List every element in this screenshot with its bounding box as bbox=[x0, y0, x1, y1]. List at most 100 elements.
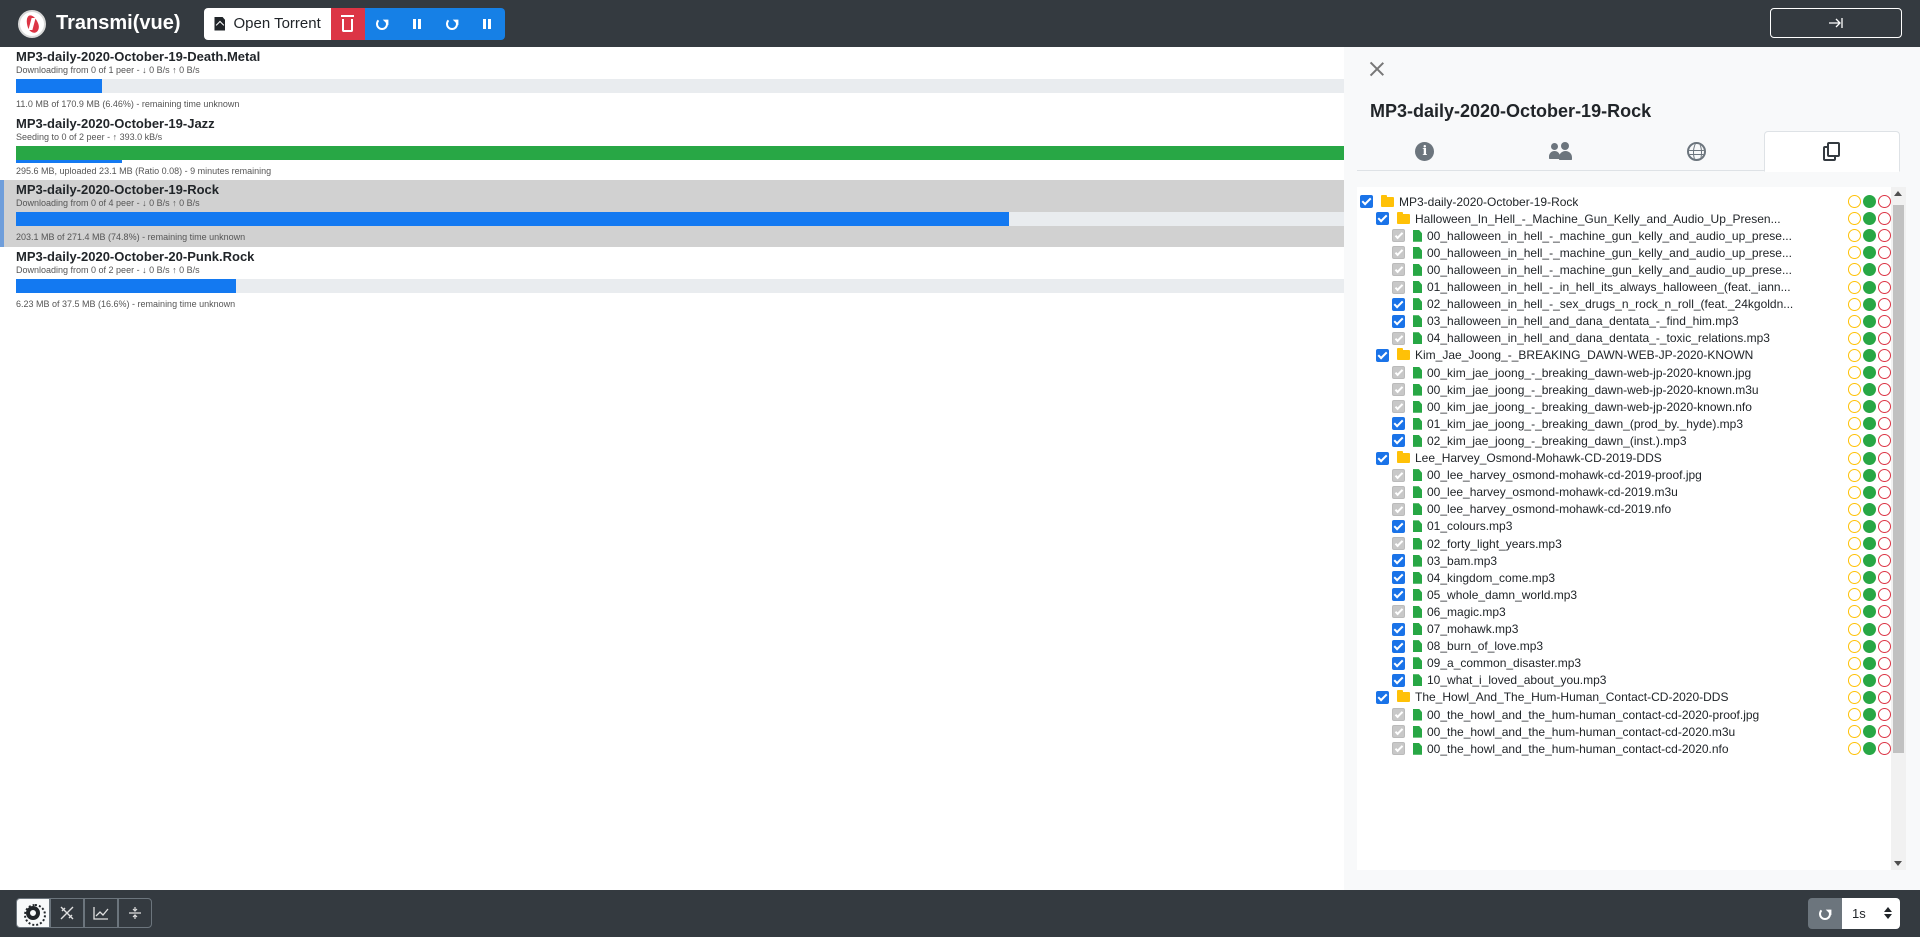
priority-low-button[interactable] bbox=[1848, 263, 1861, 277]
priority-high-button[interactable] bbox=[1878, 690, 1891, 704]
priority-normal-button[interactable] bbox=[1863, 485, 1876, 499]
file-checkbox[interactable] bbox=[1392, 331, 1405, 345]
file-checkbox[interactable] bbox=[1392, 708, 1405, 721]
priority-low-button[interactable] bbox=[1848, 280, 1861, 294]
priority-high-button[interactable] bbox=[1878, 229, 1891, 243]
priority-high-button[interactable] bbox=[1878, 622, 1891, 636]
priority-low-button[interactable] bbox=[1848, 246, 1861, 260]
priority-low-button[interactable] bbox=[1848, 434, 1861, 448]
priority-high-button[interactable] bbox=[1878, 417, 1891, 431]
file-checkbox[interactable] bbox=[1392, 229, 1405, 243]
file-checkbox[interactable] bbox=[1392, 588, 1405, 602]
torrent-row[interactable]: MP3-daily-2020-October-19-Jazz Seeding to… bbox=[0, 114, 1344, 181]
priority-normal-button[interactable] bbox=[1863, 468, 1876, 482]
priority-normal-button[interactable] bbox=[1863, 673, 1876, 687]
tab-info[interactable]: i bbox=[1357, 131, 1493, 171]
file-checkbox[interactable] bbox=[1392, 383, 1405, 397]
file-checkbox[interactable] bbox=[1392, 434, 1405, 448]
file-checkbox[interactable] bbox=[1392, 725, 1405, 739]
priority-high-button[interactable] bbox=[1878, 485, 1891, 499]
priority-high-button[interactable] bbox=[1878, 195, 1891, 208]
priority-high-button[interactable] bbox=[1878, 383, 1891, 397]
file-checkbox[interactable] bbox=[1376, 451, 1389, 465]
split-button[interactable] bbox=[118, 898, 152, 928]
priority-high-button[interactable] bbox=[1878, 400, 1891, 414]
settings-button[interactable] bbox=[16, 898, 50, 928]
priority-normal-button[interactable] bbox=[1863, 366, 1876, 379]
priority-low-button[interactable] bbox=[1848, 229, 1861, 243]
file-checkbox[interactable] bbox=[1376, 212, 1389, 226]
priority-high-button[interactable] bbox=[1878, 537, 1891, 550]
priority-normal-button[interactable] bbox=[1863, 383, 1876, 397]
priority-low-button[interactable] bbox=[1848, 348, 1861, 362]
priority-low-button[interactable] bbox=[1848, 656, 1861, 670]
priority-high-button[interactable] bbox=[1878, 605, 1891, 619]
close-icon[interactable] bbox=[1369, 61, 1385, 77]
priority-high-button[interactable] bbox=[1878, 742, 1891, 756]
priority-normal-button[interactable] bbox=[1863, 195, 1876, 208]
priority-normal-button[interactable] bbox=[1863, 519, 1876, 533]
priority-high-button[interactable] bbox=[1878, 314, 1891, 328]
file-checkbox[interactable] bbox=[1392, 246, 1405, 260]
priority-normal-button[interactable] bbox=[1863, 417, 1876, 431]
priority-normal-button[interactable] bbox=[1863, 502, 1876, 516]
file-checkbox[interactable] bbox=[1392, 297, 1405, 311]
priority-normal-button[interactable] bbox=[1863, 537, 1876, 550]
priority-low-button[interactable] bbox=[1848, 605, 1861, 619]
tab-trackers[interactable] bbox=[1629, 131, 1765, 171]
resume-all-button[interactable] bbox=[434, 7, 470, 40]
priority-low-button[interactable] bbox=[1848, 297, 1861, 311]
priority-low-button[interactable] bbox=[1848, 383, 1861, 397]
priority-high-button[interactable] bbox=[1878, 708, 1891, 721]
priority-normal-button[interactable] bbox=[1863, 451, 1876, 465]
file-checkbox[interactable] bbox=[1392, 742, 1405, 756]
priority-low-button[interactable] bbox=[1848, 314, 1861, 328]
torrent-row[interactable]: MP3-daily-2020-October-19-Rock Downloadin… bbox=[0, 180, 1344, 247]
file-row[interactable]: 00_the_howl_and_the_hum-human_contact-cd… bbox=[1357, 738, 1891, 759]
pause-all-button[interactable] bbox=[469, 7, 505, 40]
priority-normal-button[interactable] bbox=[1863, 656, 1876, 670]
priority-high-button[interactable] bbox=[1878, 451, 1891, 465]
priority-high-button[interactable] bbox=[1878, 263, 1891, 277]
file-checkbox[interactable] bbox=[1392, 468, 1405, 482]
priority-normal-button[interactable] bbox=[1863, 588, 1876, 602]
priority-low-button[interactable] bbox=[1848, 212, 1861, 226]
priority-high-button[interactable] bbox=[1878, 331, 1891, 345]
file-checkbox[interactable] bbox=[1392, 400, 1405, 414]
file-checkbox[interactable] bbox=[1392, 673, 1405, 687]
priority-high-button[interactable] bbox=[1878, 502, 1891, 516]
file-checkbox[interactable] bbox=[1392, 571, 1405, 585]
priority-normal-button[interactable] bbox=[1863, 571, 1876, 585]
priority-low-button[interactable] bbox=[1848, 502, 1861, 516]
priority-low-button[interactable] bbox=[1848, 708, 1861, 721]
torrent-row[interactable]: MP3-daily-2020-October-20-Punk.Rock Downl… bbox=[0, 247, 1344, 314]
priority-normal-button[interactable] bbox=[1863, 690, 1876, 704]
priority-high-button[interactable] bbox=[1878, 519, 1891, 533]
scroll-up-icon[interactable] bbox=[1894, 191, 1902, 196]
priority-high-button[interactable] bbox=[1878, 554, 1891, 568]
priority-normal-button[interactable] bbox=[1863, 742, 1876, 756]
priority-normal-button[interactable] bbox=[1863, 434, 1876, 448]
priority-low-button[interactable] bbox=[1848, 537, 1861, 550]
priority-low-button[interactable] bbox=[1848, 331, 1861, 345]
file-checkbox[interactable] bbox=[1376, 690, 1389, 704]
priority-normal-button[interactable] bbox=[1863, 554, 1876, 568]
tab-peers[interactable] bbox=[1493, 131, 1629, 171]
priority-low-button[interactable] bbox=[1848, 485, 1861, 499]
priority-high-button[interactable] bbox=[1878, 212, 1891, 226]
priority-low-button[interactable] bbox=[1848, 622, 1861, 636]
file-checkbox[interactable] bbox=[1392, 537, 1405, 550]
priority-normal-button[interactable] bbox=[1863, 708, 1876, 721]
priority-low-button[interactable] bbox=[1848, 588, 1861, 602]
priority-normal-button[interactable] bbox=[1863, 400, 1876, 414]
file-checkbox[interactable] bbox=[1392, 622, 1405, 636]
priority-low-button[interactable] bbox=[1848, 195, 1861, 208]
priority-low-button[interactable] bbox=[1848, 519, 1861, 533]
priority-normal-button[interactable] bbox=[1863, 331, 1876, 345]
file-checkbox[interactable] bbox=[1392, 605, 1405, 619]
file-checkbox[interactable] bbox=[1376, 348, 1389, 362]
priority-high-button[interactable] bbox=[1878, 297, 1891, 311]
file-checkbox[interactable] bbox=[1392, 485, 1405, 499]
priority-low-button[interactable] bbox=[1848, 571, 1861, 585]
priority-normal-button[interactable] bbox=[1863, 639, 1876, 653]
